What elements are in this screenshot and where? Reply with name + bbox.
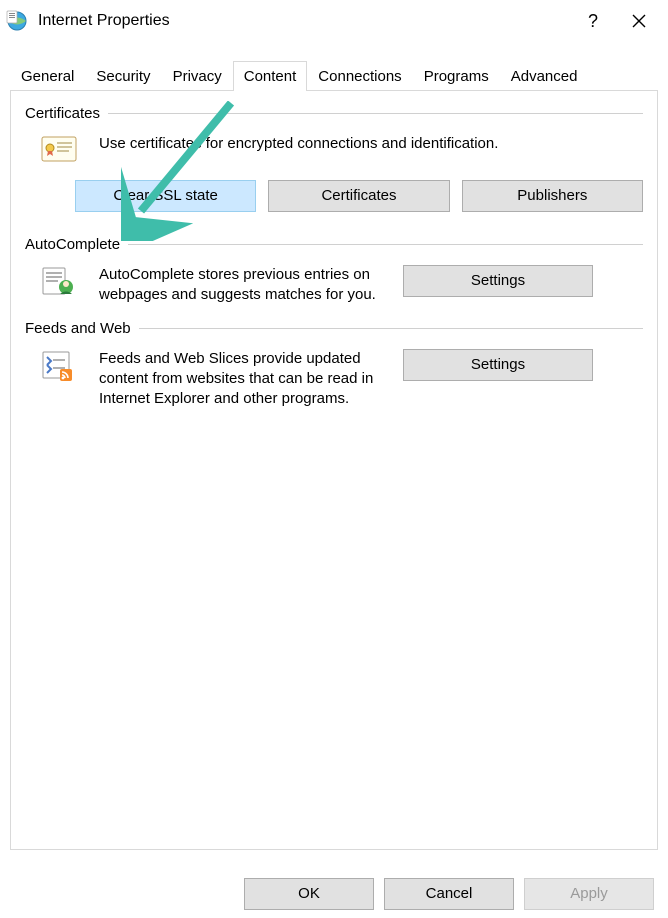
dialog-footer: OK Cancel Apply bbox=[0, 870, 668, 918]
tab-security[interactable]: Security bbox=[85, 61, 161, 91]
help-button[interactable]: ? bbox=[570, 5, 616, 37]
tab-content[interactable]: Content bbox=[233, 61, 308, 91]
certificates-label: Certificates bbox=[25, 105, 108, 122]
tab-programs[interactable]: Programs bbox=[413, 61, 500, 91]
apply-button[interactable]: Apply bbox=[524, 878, 654, 910]
divider bbox=[108, 113, 643, 114]
feeds-label: Feeds and Web bbox=[25, 320, 139, 337]
close-button[interactable] bbox=[616, 5, 662, 37]
feeds-settings-button[interactable]: Settings bbox=[403, 349, 593, 381]
divider bbox=[128, 244, 643, 245]
tab-connections[interactable]: Connections bbox=[307, 61, 412, 91]
certificates-button[interactable]: Certificates bbox=[268, 180, 449, 212]
certificates-group: Certificates Use certificates for encryp… bbox=[25, 105, 643, 212]
certificate-icon bbox=[33, 134, 85, 164]
tab-row: General Security Privacy Content Connect… bbox=[0, 60, 668, 90]
titlebar: Internet Properties ? bbox=[0, 0, 668, 42]
ok-button[interactable]: OK bbox=[244, 878, 374, 910]
autocomplete-icon bbox=[33, 265, 85, 297]
feeds-group: Feeds and Web bbox=[25, 320, 643, 410]
tab-content-panel: Certificates Use certificates for encryp… bbox=[10, 90, 658, 850]
internet-options-icon bbox=[6, 10, 28, 32]
tab-general[interactable]: General bbox=[10, 61, 85, 91]
autocomplete-group: AutoComplete AutoComplete stores prev bbox=[25, 236, 643, 306]
window-title: Internet Properties bbox=[38, 12, 570, 30]
divider bbox=[139, 328, 643, 329]
publishers-button[interactable]: Publishers bbox=[462, 180, 643, 212]
tab-advanced[interactable]: Advanced bbox=[500, 61, 589, 91]
feeds-description: Feeds and Web Slices provide updated con… bbox=[99, 349, 389, 410]
clear-ssl-state-button[interactable]: Clear SSL state bbox=[75, 180, 256, 212]
autocomplete-settings-button[interactable]: Settings bbox=[403, 265, 593, 297]
autocomplete-label: AutoComplete bbox=[25, 236, 128, 253]
tab-privacy[interactable]: Privacy bbox=[162, 61, 233, 91]
certificates-description: Use certificates for encrypted connectio… bbox=[99, 134, 643, 154]
cancel-button[interactable]: Cancel bbox=[384, 878, 514, 910]
feeds-icon bbox=[33, 349, 85, 381]
autocomplete-description: AutoComplete stores previous entries on … bbox=[99, 265, 389, 306]
